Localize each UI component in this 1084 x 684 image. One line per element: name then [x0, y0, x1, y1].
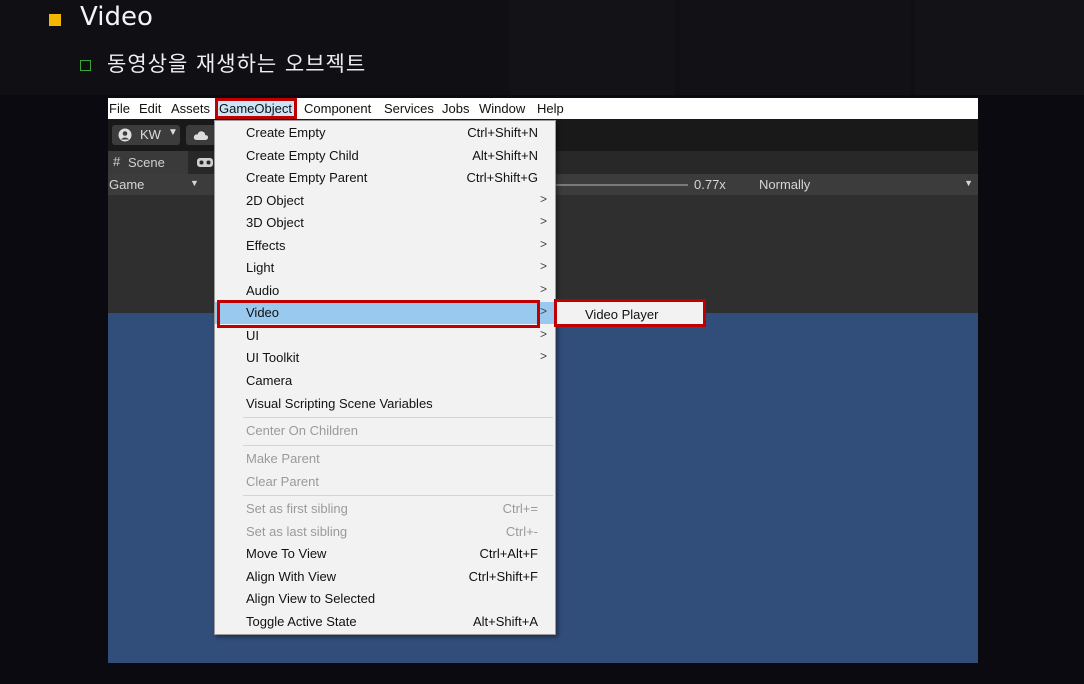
cloud-button[interactable] [186, 125, 216, 145]
chevron-right-icon: > [539, 349, 547, 363]
menu-item-effects[interactable]: Effects > [215, 235, 555, 257]
menu-item-visual-scripting-scene-variables[interactable]: Visual Scripting Scene Variables [215, 393, 555, 415]
menu-item-shortcut: Ctrl+Shift+F [468, 569, 538, 584]
chevron-right-icon: > [539, 304, 547, 318]
menu-item-label: 2D Object [246, 193, 304, 208]
menu-item-toggle-active-state[interactable]: Toggle Active State Alt+Shift+A [215, 611, 555, 633]
menu-item-label: Align View to Selected [246, 591, 376, 606]
menu-component[interactable]: Component [304, 101, 371, 116]
menu-item-label: Create Empty Parent [246, 170, 368, 185]
menu-separator [243, 495, 553, 496]
menu-item-center-on-children: Center On Children [215, 420, 555, 442]
menu-item-label: Toggle Active State [246, 614, 357, 629]
menu-item-clear-parent: Clear Parent [215, 471, 555, 493]
menu-item-label: Center On Children [246, 423, 358, 438]
menu-item-move-to-view[interactable]: Move To View Ctrl+Alt+F [215, 543, 555, 565]
submenu-item-video-player[interactable]: Video Player [585, 307, 658, 322]
menu-item-audio[interactable]: Audio > [215, 280, 555, 302]
menu-item-create-empty-parent[interactable]: Create Empty Parent Ctrl+Shift+G [215, 167, 555, 189]
hash-icon: # [113, 154, 121, 169]
menu-assets[interactable]: Assets [171, 101, 210, 116]
menu-item-label: Camera [246, 373, 293, 388]
chevron-right-icon: > [539, 237, 547, 251]
menu-item-label: Effects [246, 238, 286, 253]
menu-item-shortcut: Ctrl+Alt+F [479, 546, 538, 561]
display-dropdown[interactable]: Game ▼ [108, 174, 203, 195]
video-submenu: Video Player [554, 299, 706, 327]
menubar: File Edit Assets GameObject Component Se… [108, 98, 978, 119]
play-mode-dropdown[interactable]: Normally ▼ [753, 174, 978, 195]
menu-separator [243, 445, 553, 446]
menu-item-label: Visual Scripting Scene Variables [246, 396, 433, 411]
play-mode-label: Normally [759, 177, 811, 192]
chevron-down-icon: ▼ [168, 127, 178, 138]
menu-item-label: Audio [246, 283, 280, 298]
menu-item-3d-object[interactable]: 3D Object > [215, 212, 555, 234]
menu-item-light[interactable]: Light > [215, 257, 555, 279]
chevron-right-icon: > [539, 214, 547, 228]
menu-item-label: Create Empty [246, 125, 326, 140]
subtitle-bullet-icon [80, 60, 91, 71]
menu-item-shortcut: Alt+Shift+A [472, 614, 538, 629]
menu-item-create-empty-child[interactable]: Create Empty Child Alt+Shift+N [215, 145, 555, 167]
chevron-down-icon: ▼ [190, 178, 199, 188]
menu-item-ui-toolkit[interactable]: UI Toolkit > [215, 347, 555, 369]
menu-item-shortcut: Ctrl+- [505, 524, 538, 539]
gameobject-menu: Create Empty Ctrl+Shift+N Create Empty Ch… [214, 120, 556, 635]
menu-jobs[interactable]: Jobs [442, 101, 469, 116]
menu-item-label: Light [246, 260, 275, 275]
menu-item-ui[interactable]: UI > [215, 325, 555, 347]
menu-item-align-with-view[interactable]: Align With View Ctrl+Shift+F [215, 566, 555, 588]
chevron-down-icon: ▼ [964, 178, 973, 188]
menu-item-label: Set as last sibling [246, 524, 348, 539]
user-icon [118, 128, 132, 142]
menu-item-video[interactable]: Video > [215, 300, 555, 328]
unity-editor-screenshot: File Edit Assets GameObject Component Se… [108, 98, 978, 663]
menu-item-label: Clear Parent [246, 474, 319, 489]
menu-item-align-view-to-selected[interactable]: Align View to Selected [215, 588, 555, 610]
account-dropdown[interactable]: KW ▼ [112, 125, 180, 145]
menu-item-set-as-last-sibling: Set as last sibling Ctrl+- [215, 521, 555, 543]
menu-edit[interactable]: Edit [139, 101, 161, 116]
menu-item-label: Create Empty Child [246, 148, 359, 163]
menu-item-shortcut: Alt+Shift+N [472, 148, 538, 163]
title-bullet-icon [49, 14, 61, 26]
scale-value: 0.77x [694, 177, 726, 192]
chevron-right-icon: > [539, 259, 547, 273]
chevron-right-icon: > [539, 327, 547, 341]
menu-help[interactable]: Help [537, 101, 564, 116]
chevron-right-icon: > [539, 282, 547, 296]
menu-item-make-parent: Make Parent [215, 448, 555, 470]
menu-item-shortcut: Ctrl+= [502, 501, 538, 516]
menu-item-label: UI Toolkit [246, 350, 300, 365]
account-label: KW [140, 127, 161, 142]
tab-scene-label: Scene [128, 155, 165, 170]
vr-goggles-icon[interactable] [196, 157, 214, 168]
menu-window[interactable]: Window [479, 101, 525, 116]
menu-separator [243, 417, 553, 418]
menu-item-shortcut: Ctrl+Shift+G [466, 170, 538, 185]
menu-item-label: Align With View [246, 569, 337, 584]
menu-item-shortcut: Ctrl+Shift+N [467, 125, 538, 140]
menu-item-label: Make Parent [246, 451, 320, 466]
menu-item-label: UI [246, 328, 259, 343]
scale-slider[interactable] [556, 184, 688, 186]
menu-item-label: Set as first sibling [246, 501, 348, 516]
menu-file[interactable]: File [109, 101, 130, 116]
chevron-right-icon: > [539, 192, 547, 206]
slide-subtitle: 동영상을 재생하는 오브젝트 [107, 52, 367, 76]
tab-scene[interactable]: # Scene [108, 151, 188, 174]
menu-item-2d-object[interactable]: 2D Object > [215, 190, 555, 212]
menu-gameobject[interactable]: GameObject [219, 101, 292, 116]
slide-title: Video [80, 2, 153, 32]
menu-item-create-empty[interactable]: Create Empty Ctrl+Shift+N [215, 122, 555, 144]
menu-item-set-as-first-sibling: Set as first sibling Ctrl+= [215, 498, 555, 520]
menu-item-label: Move To View [246, 546, 327, 561]
cloud-icon [193, 131, 209, 140]
menu-item-camera[interactable]: Camera [215, 370, 555, 392]
menu-item-label: 3D Object [246, 215, 304, 230]
menu-item-label: Video [246, 305, 280, 320]
display-label: Game [109, 177, 145, 192]
menu-services[interactable]: Services [384, 101, 434, 116]
